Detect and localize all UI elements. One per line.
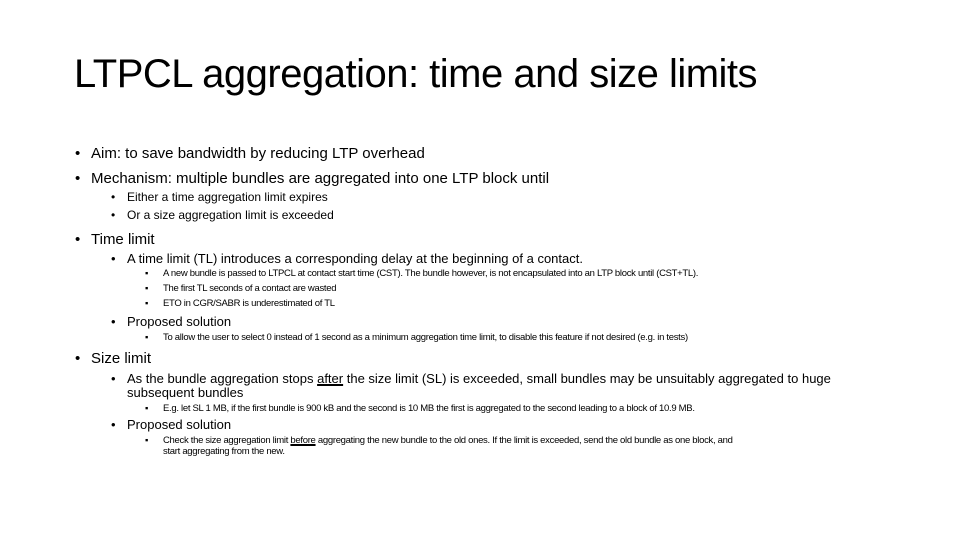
bullet-sl-example: E.g. let SL 1 MB, if the first bundle is…	[163, 403, 695, 414]
bullet-mechanism-either: Either a time aggregation limit expires	[127, 190, 328, 204]
bullet-icon: •	[111, 417, 116, 432]
bullet-sl-intro: As the bundle aggregation stops after th…	[127, 371, 831, 386]
square-bullet-icon: ▪	[145, 435, 149, 446]
bullet-sl-solution-detail-cont: start aggregating from the new.	[163, 446, 285, 457]
bullet-tl-detail-2: The first TL seconds of a contact are wa…	[163, 283, 337, 294]
bullet-icon: •	[111, 314, 116, 329]
bullet-aim: Aim: to save bandwidth by reducing LTP o…	[91, 145, 425, 162]
bullet-icon: •	[75, 145, 81, 162]
bullet-sl-solution-detail: Check the size aggregation limit before …	[163, 435, 733, 446]
slide-title: LTPCL aggregation: time and size limits	[74, 52, 758, 96]
emphasis-after: after	[317, 371, 344, 386]
bullet-mechanism-or: Or a size aggregation limit is exceeded	[127, 208, 334, 222]
bullet-mechanism: Mechanism: multiple bundles are aggregat…	[91, 170, 550, 187]
bullet-tl-intro: A time limit (TL) introduces a correspon…	[127, 251, 583, 266]
bullet-icon: •	[111, 251, 116, 266]
bullet-icon: •	[111, 208, 116, 222]
section-time-limit: Time limit	[91, 231, 155, 248]
square-bullet-icon: ▪	[145, 332, 149, 343]
square-bullet-icon: ▪	[145, 298, 149, 309]
bullet-icon: •	[75, 170, 81, 187]
bullet-sl-solution: Proposed solution	[127, 417, 232, 432]
bullet-icon: •	[75, 231, 81, 248]
bullet-icon: •	[111, 190, 116, 204]
emphasis-before: before	[290, 435, 316, 446]
square-bullet-icon: ▪	[145, 403, 149, 414]
bullet-tl-solution-detail: To allow the user to select 0 instead of…	[163, 332, 688, 343]
square-bullet-icon: ▪	[145, 268, 149, 279]
bullet-tl-detail-3: ETO in CGR/SABR is underestimated of TL	[163, 298, 335, 309]
square-bullet-icon: ▪	[145, 283, 149, 294]
section-size-limit: Size limit	[91, 350, 152, 367]
bullet-tl-solution: Proposed solution	[127, 314, 232, 329]
bullet-sl-intro-cont: subsequent bundles	[127, 385, 244, 400]
bullet-icon: •	[75, 350, 81, 367]
bullet-icon: •	[111, 371, 116, 386]
bullet-tl-detail-1: A new bundle is passed to LTPCL at conta…	[163, 268, 699, 279]
